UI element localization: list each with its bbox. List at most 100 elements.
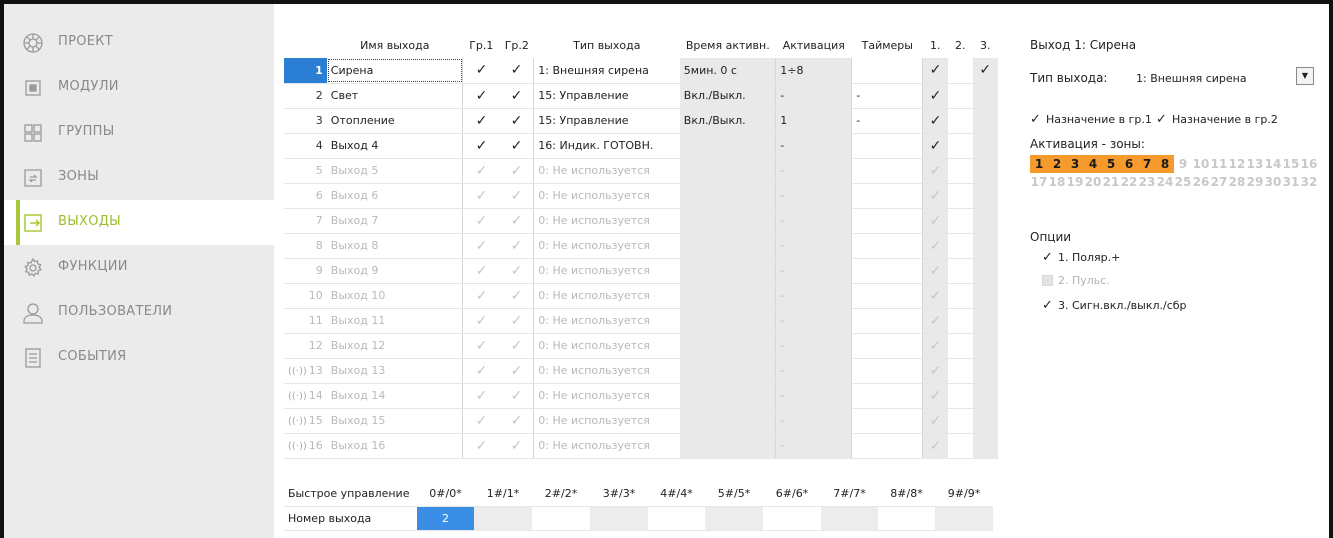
group2-check-cell[interactable]: ✓ bbox=[499, 208, 534, 234]
zone-toggle[interactable]: 15 bbox=[1282, 155, 1300, 173]
zone-toggle[interactable]: 26 bbox=[1192, 173, 1210, 191]
option2-check-cell[interactable] bbox=[947, 183, 973, 209]
quick-output-cell[interactable] bbox=[935, 506, 993, 531]
activation-time-cell[interactable] bbox=[679, 283, 776, 309]
output-type-cell[interactable]: 0: Не используется bbox=[533, 283, 680, 309]
group1-check-cell[interactable]: ✓ bbox=[462, 358, 500, 384]
output-name-cell[interactable]: Выход 9 bbox=[326, 258, 463, 284]
sidebar-item-5[interactable]: ВЫХОДЫ bbox=[4, 200, 274, 245]
zone-toggle[interactable]: 1 bbox=[1030, 155, 1048, 173]
activation-cell[interactable]: - bbox=[775, 333, 852, 359]
option3-check-cell[interactable] bbox=[972, 233, 998, 259]
group2-check-cell[interactable]: ✓ bbox=[499, 358, 534, 384]
activation-cell[interactable]: - bbox=[775, 133, 852, 159]
quick-output-cell[interactable] bbox=[532, 506, 590, 531]
activation-cell[interactable]: - bbox=[775, 433, 852, 459]
output-name-cell[interactable]: Свет bbox=[326, 83, 463, 109]
option3-check-cell[interactable] bbox=[972, 308, 998, 334]
row-index[interactable]: ((·)) 14 bbox=[284, 383, 327, 409]
header-group2[interactable]: Гр.2 bbox=[500, 33, 534, 58]
zone-toggle[interactable]: 22 bbox=[1120, 173, 1138, 191]
group1-check-cell[interactable]: ✓ bbox=[462, 83, 500, 109]
output-type-cell[interactable]: 0: Не используется bbox=[533, 158, 680, 184]
table-row[interactable]: 6 Выход 6 ✓ ✓ 0: Не используется - ✓ bbox=[284, 183, 998, 209]
output-name-cell[interactable]: Выход 5 bbox=[326, 158, 463, 184]
output-type-select[interactable]: 1: Внешняя сирена bbox=[1136, 72, 1247, 85]
group2-check-cell[interactable]: ✓ bbox=[499, 383, 534, 409]
group2-check-cell[interactable]: ✓ bbox=[499, 308, 534, 334]
zone-toggle[interactable]: 32 bbox=[1300, 173, 1318, 191]
option1-check-cell[interactable]: ✓ bbox=[922, 108, 948, 134]
option1-check-cell[interactable]: ✓ bbox=[922, 383, 948, 409]
option1-check-cell[interactable]: ✓ bbox=[922, 408, 948, 434]
activation-time-cell[interactable] bbox=[679, 308, 776, 334]
row-index[interactable]: 2 bbox=[284, 83, 327, 109]
zone-toggle[interactable]: 2 bbox=[1048, 155, 1066, 173]
option3-check-cell[interactable] bbox=[972, 83, 998, 109]
sidebar-item-8[interactable]: СОБЫТИЯ bbox=[4, 335, 274, 380]
timers-cell[interactable] bbox=[851, 283, 923, 309]
zone-toggle[interactable]: 31 bbox=[1282, 173, 1300, 191]
group2-check-cell[interactable]: ✓ bbox=[499, 83, 534, 109]
quick-output-cell[interactable] bbox=[474, 506, 532, 531]
output-name-cell[interactable]: Выход 15 bbox=[326, 408, 463, 434]
option2-check-cell[interactable] bbox=[947, 58, 973, 84]
row-index[interactable]: ((·)) 13 bbox=[284, 358, 327, 384]
option2-check-cell[interactable] bbox=[947, 408, 973, 434]
group2-check-cell[interactable]: ✓ bbox=[499, 408, 534, 434]
option1-check-cell[interactable]: ✓ bbox=[922, 433, 948, 459]
timers-cell[interactable]: - bbox=[851, 108, 923, 134]
zone-toggle[interactable]: 11 bbox=[1210, 155, 1228, 173]
output-type-cell[interactable]: 0: Не используется bbox=[533, 408, 680, 434]
table-row[interactable]: ((·)) 15 Выход 15 ✓ ✓ 0: Не используется - ✓ bbox=[284, 408, 998, 434]
option3-check-cell[interactable] bbox=[972, 258, 998, 284]
option2-check-cell[interactable] bbox=[947, 283, 973, 309]
zone-toggle[interactable]: 19 bbox=[1066, 173, 1084, 191]
zone-toggle[interactable]: 29 bbox=[1246, 173, 1264, 191]
sidebar-item-6[interactable]: ФУНКЦИИ bbox=[4, 245, 274, 290]
option1-check-cell[interactable]: ✓ bbox=[922, 133, 948, 159]
quick-output-cell[interactable] bbox=[821, 506, 878, 531]
zone-toggle[interactable]: 10 bbox=[1192, 155, 1210, 173]
output-name-cell[interactable]: Выход 12 bbox=[326, 333, 463, 359]
option2-check-cell[interactable] bbox=[947, 308, 973, 334]
zone-toggle[interactable]: 13 bbox=[1246, 155, 1264, 173]
group1-check-cell[interactable]: ✓ bbox=[462, 308, 500, 334]
row-index[interactable]: 5 bbox=[284, 158, 327, 184]
group1-check-cell[interactable]: ✓ bbox=[462, 133, 500, 159]
output-type-cell[interactable]: 0: Не используется bbox=[533, 308, 680, 334]
header-type[interactable]: Тип выхода bbox=[534, 33, 680, 58]
group1-check-cell[interactable]: ✓ bbox=[462, 333, 500, 359]
option3-check-cell[interactable] bbox=[972, 208, 998, 234]
zone-toggle[interactable]: 17 bbox=[1030, 173, 1048, 191]
group2-check-cell[interactable]: ✓ bbox=[499, 333, 534, 359]
option1-check-cell[interactable]: ✓ bbox=[922, 233, 948, 259]
dropdown-arrow-icon[interactable]: ▼ bbox=[1296, 67, 1314, 85]
timers-cell[interactable] bbox=[851, 133, 923, 159]
option-checkbox-1[interactable]: ✓ 1. Поляр.+ bbox=[1042, 250, 1120, 265]
activation-cell[interactable]: - bbox=[775, 183, 852, 209]
quick-output-cell[interactable] bbox=[705, 506, 763, 531]
zone-toggle[interactable]: 4 bbox=[1084, 155, 1102, 173]
activation-time-cell[interactable] bbox=[679, 258, 776, 284]
zone-toggle[interactable]: 7 bbox=[1138, 155, 1156, 173]
zone-toggle[interactable]: 9 bbox=[1174, 155, 1192, 173]
group1-check-cell[interactable]: ✓ bbox=[462, 283, 500, 309]
activation-cell[interactable]: - bbox=[775, 283, 852, 309]
table-row[interactable]: ((·)) 14 Выход 14 ✓ ✓ 0: Не используется - ✓ bbox=[284, 383, 998, 409]
timers-cell[interactable] bbox=[851, 333, 923, 359]
option3-check-cell[interactable] bbox=[972, 358, 998, 384]
activation-cell[interactable]: - bbox=[775, 208, 852, 234]
table-row[interactable]: 10 Выход 10 ✓ ✓ 0: Не используется - ✓ bbox=[284, 283, 998, 309]
option1-check-cell[interactable]: ✓ bbox=[922, 208, 948, 234]
row-index[interactable]: 1 bbox=[284, 58, 327, 84]
table-row[interactable]: ((·)) 13 Выход 13 ✓ ✓ 0: Не используется - ✓ bbox=[284, 358, 998, 384]
output-type-cell[interactable]: 15: Управление bbox=[533, 108, 680, 134]
group2-check-cell[interactable]: ✓ bbox=[499, 233, 534, 259]
output-type-cell[interactable]: 0: Не используется bbox=[533, 183, 680, 209]
table-row[interactable]: 11 Выход 11 ✓ ✓ 0: Не используется - ✓ bbox=[284, 308, 998, 334]
timers-cell[interactable] bbox=[851, 408, 923, 434]
activation-cell[interactable]: - bbox=[775, 308, 852, 334]
output-type-cell[interactable]: 0: Не используется bbox=[533, 333, 680, 359]
table-row[interactable]: 8 Выход 8 ✓ ✓ 0: Не используется - ✓ bbox=[284, 233, 998, 259]
